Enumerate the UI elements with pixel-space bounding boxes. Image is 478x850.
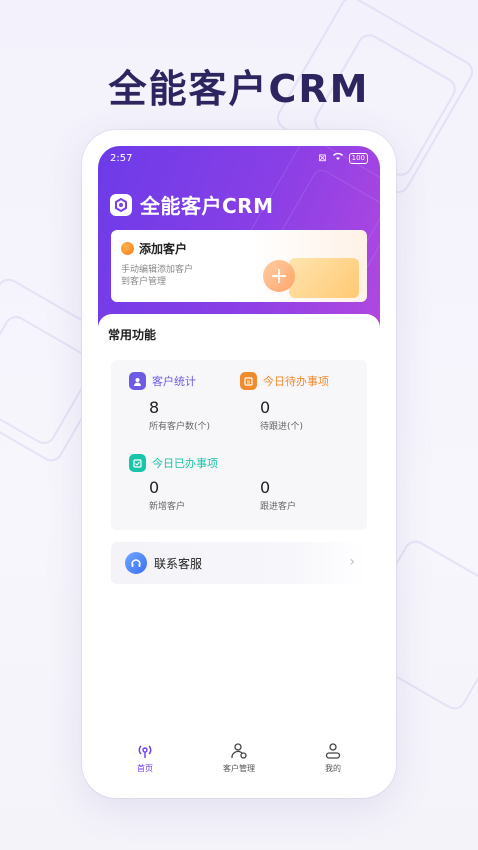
- todo-today-icon: [240, 372, 257, 390]
- status-time: 2:57: [110, 152, 133, 164]
- new-customers-value: 0: [149, 478, 160, 497]
- new-customers-sub: 新增客户: [149, 502, 186, 512]
- wifi-icon: [332, 152, 344, 164]
- customer-stats-icon: [129, 372, 146, 390]
- contact-service-row[interactable]: 联系客服 ›: [111, 542, 367, 584]
- tab-home-label: 首页: [137, 763, 153, 773]
- sim-icon: ⊠: [318, 152, 327, 164]
- folder-icon: [289, 258, 359, 298]
- add-customer-card[interactable]: 添加客户 手动编辑添加客户 到客户管理 +: [111, 230, 367, 302]
- followup-customers-item[interactable]: 0 跟进客户: [240, 478, 296, 512]
- add-customer-illustration: +: [261, 258, 361, 298]
- done-today-item[interactable]: 今日已办事项: [129, 454, 218, 472]
- todo-today-label: 今日待办事项: [263, 375, 329, 388]
- customer-stats-item[interactable]: 客户统计 8 所有客户数(个): [129, 372, 210, 432]
- user-manage-icon: [229, 741, 249, 761]
- tab-mine-label: 我的: [325, 763, 341, 773]
- contact-service-label: 联系客服: [154, 556, 203, 571]
- new-customers-item[interactable]: 0 新增客户: [129, 478, 185, 512]
- app-screen: 2:57 ⊠ 100 全能客户CRM 添加客户 手动编辑添加客户 到客户管理 +…: [98, 146, 380, 782]
- hero-title: 全能客户CRM: [108, 67, 370, 111]
- done-today-label: 今日已办事项: [152, 457, 218, 470]
- functions-panel: 客户统计 8 所有客户数(个) 今日待办事项 0 待跟进(个) 今日已办事项 0…: [111, 360, 367, 530]
- chevron-right-icon: ›: [349, 554, 355, 570]
- customer-stats-label: 客户统计: [152, 375, 196, 388]
- add-customer-desc-2: 到客户管理: [121, 277, 167, 287]
- header-banner: 2:57 ⊠ 100 全能客户CRM 添加客户 手动编辑添加客户 到客户管理 +: [98, 146, 380, 336]
- todo-today-sub: 待跟进(个): [260, 422, 304, 432]
- phone-frame: 2:57 ⊠ 100 全能客户CRM 添加客户 手动编辑添加客户 到客户管理 +…: [82, 130, 396, 798]
- add-customer-desc-1: 手动编辑添加客户: [121, 265, 194, 275]
- status-bar: 2:57 ⊠ 100: [110, 150, 368, 166]
- todo-today-item[interactable]: 今日待办事项 0 待跟进(个): [240, 372, 329, 432]
- section-title: 常用功能: [108, 328, 157, 342]
- plus-icon: +: [263, 260, 295, 292]
- followup-customers-sub: 跟进客户: [260, 502, 297, 512]
- headset-icon: [125, 552, 147, 574]
- tab-mine[interactable]: 我的: [293, 741, 373, 774]
- customer-stats-sub: 所有客户数(个): [149, 422, 211, 432]
- brand-logo-icon: [110, 193, 132, 216]
- todo-today-value: 0: [260, 398, 271, 417]
- home-signal-icon: [135, 741, 155, 761]
- user-icon: [323, 741, 343, 761]
- done-today-icon: [129, 454, 146, 472]
- battery-icon: 100: [348, 152, 368, 164]
- bottom-tab-bar: 首页 客户管理 我的: [98, 732, 380, 782]
- customer-stats-value: 8: [149, 398, 160, 417]
- tab-customer-manage[interactable]: 客户管理: [199, 741, 279, 774]
- main-content: 常用功能 客户统计 8 所有客户数(个) 今日待办事项 0 待跟进(个) 今日已…: [98, 314, 380, 782]
- add-customer-icon: [121, 242, 134, 255]
- brand: 全能客户CRM: [110, 190, 273, 219]
- add-customer-title: 添加客户: [139, 242, 188, 256]
- brand-name: 全能客户CRM: [140, 194, 274, 218]
- followup-customers-value: 0: [260, 478, 271, 497]
- tab-home[interactable]: 首页: [105, 741, 185, 774]
- tab-customer-manage-label: 客户管理: [223, 763, 255, 773]
